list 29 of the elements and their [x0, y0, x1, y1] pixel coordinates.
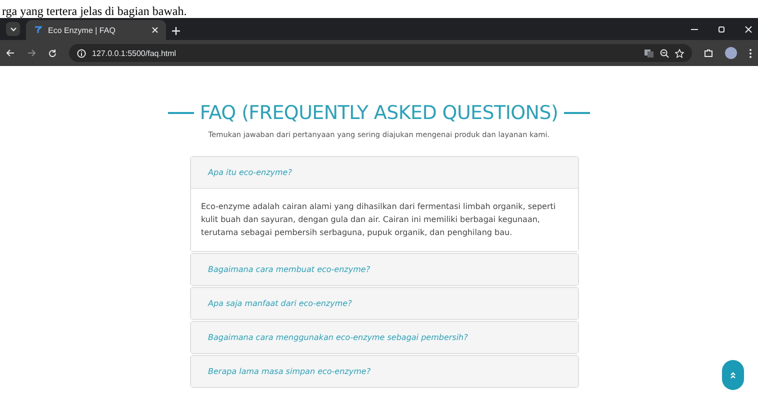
document-text: rga yang tertera jelas di bagian bawah.	[1, 4, 187, 18]
back-icon[interactable]	[6, 49, 15, 57]
double-chevron-up-icon	[730, 372, 736, 378]
tab-search-button[interactable]	[6, 22, 20, 36]
translate-icon[interactable]	[644, 48, 654, 58]
restore-icon[interactable]	[718, 26, 725, 32]
profile-avatar[interactable]	[725, 47, 737, 59]
minimize-icon[interactable]	[691, 28, 698, 30]
logo-icon	[34, 26, 42, 34]
info-icon[interactable]	[77, 48, 86, 58]
reload-icon[interactable]	[48, 48, 57, 58]
browser-tab[interactable]: Eco Enzyme | FAQ	[26, 20, 166, 40]
faq-question[interactable]: Bagaimana cara membuat eco-enzyme?	[191, 254, 578, 285]
faq-answer: Eco-enzyme adalah cairan alami yang dihasilkan dari fermentasi limbah organik, seperti kulit buah dan sayuran, dengan gula dan air. Cairan ini memiliki berbagai kegunaan, terutama sebagai pembersih serbaguna, pupuk organik, dan penghilang bau.	[191, 188, 578, 251]
forward-icon[interactable]	[27, 49, 36, 57]
faq-question[interactable]: Apa saja manfaat dari eco-enzyme?	[191, 288, 578, 319]
menu-icon[interactable]	[749, 48, 752, 58]
close-icon[interactable]	[152, 27, 158, 33]
close-window-icon[interactable]	[745, 26, 752, 32]
star-icon[interactable]	[675, 48, 684, 58]
zoom-out-icon[interactable]	[660, 48, 669, 58]
extensions-icon[interactable]	[704, 48, 713, 58]
faq-question[interactable]: Berapa lama masa simpan eco-enzyme?	[191, 356, 578, 387]
scroll-top-button[interactable]	[722, 360, 744, 390]
address-bar[interactable]: 127.0.0.1:5500/faq.html	[69, 44, 692, 62]
chevron-down-icon	[10, 26, 16, 32]
faq-question[interactable]: Bagaimana cara menggunakan eco-enzyme sebagai pembersih?	[191, 322, 578, 353]
page-title: FAQ (FREQUENTLY ASKED QUESTIONS)	[200, 102, 558, 124]
new-tab-icon[interactable]	[172, 27, 180, 35]
